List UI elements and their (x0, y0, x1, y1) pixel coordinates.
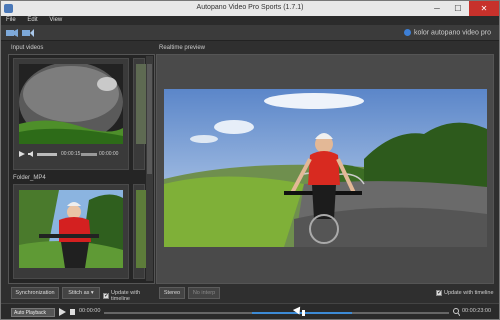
timeline-track[interactable] (104, 310, 449, 316)
zoom-icon[interactable] (453, 308, 460, 316)
close-icon[interactable]: ✕ (469, 1, 499, 16)
input-videos-title: Input videos (11, 45, 44, 51)
video-clip-card[interactable] (13, 184, 129, 279)
preview-title: Realtime preview (159, 45, 206, 51)
speaker-icon[interactable] (28, 151, 34, 157)
update-with-timeline-checkbox[interactable]: ✓ Update with timeline (103, 290, 155, 302)
clip-duration: 00:00:00 (99, 151, 119, 157)
synchronization-button[interactable]: Synchronization (11, 287, 59, 299)
preview-update-timeline-checkbox[interactable]: ✓ Update with timeline (436, 290, 494, 296)
export-icon[interactable] (21, 28, 35, 38)
stitch-as-button[interactable]: Stitch as ▾ (62, 287, 100, 299)
checkbox-label: Update with timeline (444, 290, 494, 296)
scrollbar-thumb[interactable] (147, 64, 152, 174)
kolor-logo-icon (403, 29, 411, 36)
volume-slider[interactable] (37, 153, 57, 156)
clip-controls: 00:00:15 00:00:00 (19, 151, 123, 159)
input-videos-list: 00:00:15 00:00:00 Folder_MP4 (8, 54, 155, 284)
import-video-icon[interactable] (5, 28, 19, 38)
maximize-icon[interactable]: ☐ (448, 1, 468, 16)
brand-text: kolor autopano video pro (413, 29, 491, 37)
minimize-icon[interactable]: ─ (427, 1, 447, 16)
clip-scrubber[interactable] (81, 153, 97, 156)
panorama-preview[interactable] (164, 89, 487, 247)
vertical-scrollbar[interactable] (146, 56, 153, 281)
toolbar: kolor autopano video pro (1, 25, 499, 41)
video-clip-card-partial[interactable] (133, 184, 146, 279)
menu-view[interactable]: View (44, 16, 67, 24)
window-title: Autopano Video Pro Sports (1.7.1) (196, 4, 304, 11)
input-videos-panel: Input videos 00:00:15 00:00:00 Folder_MP… (8, 43, 155, 302)
app-window: Autopano Video Pro Sports (1.7.1) ─ ☐ ✕ … (0, 0, 500, 320)
menu-bar: File Edit View (1, 16, 499, 25)
stereo-button[interactable]: Stereo (159, 287, 185, 299)
title-bar: Autopano Video Pro Sports (1.7.1) ─ ☐ ✕ (1, 1, 499, 16)
timeline-bar: Auto Playback 00:00:00 00:00:23:00 (1, 303, 499, 319)
brand-label: kolor autopano video pro (403, 29, 491, 37)
time-end: 00:00:23:00 (462, 308, 492, 314)
checkbox-icon[interactable]: ✓ (436, 290, 442, 296)
menu-file[interactable]: File (1, 16, 21, 24)
play-icon[interactable] (19, 151, 25, 157)
video-clip-card-partial[interactable] (133, 58, 146, 170)
preview-frame (156, 54, 494, 284)
menu-edit[interactable]: Edit (22, 16, 42, 24)
checkbox-icon[interactable]: ✓ (103, 293, 109, 299)
checkbox-label: Update with timeline (111, 290, 141, 302)
stop-icon[interactable] (69, 308, 76, 316)
video-clip-card[interactable]: 00:00:15 00:00:00 (13, 58, 129, 170)
clip-filename: Folder_MP4 (13, 175, 46, 181)
realtime-preview-panel: Realtime preview Stereo No interp ✓ Upda… (156, 43, 496, 299)
video-thumbnail (19, 190, 123, 268)
no-interp-button[interactable]: No interp (188, 287, 220, 299)
video-thumbnail (19, 64, 123, 144)
time-start: 00:00:00 (79, 308, 101, 314)
clip-timecode: 00:00:15 (61, 151, 81, 157)
play-icon[interactable] (59, 308, 66, 316)
playback-mode-select[interactable]: Auto Playback (11, 308, 55, 317)
